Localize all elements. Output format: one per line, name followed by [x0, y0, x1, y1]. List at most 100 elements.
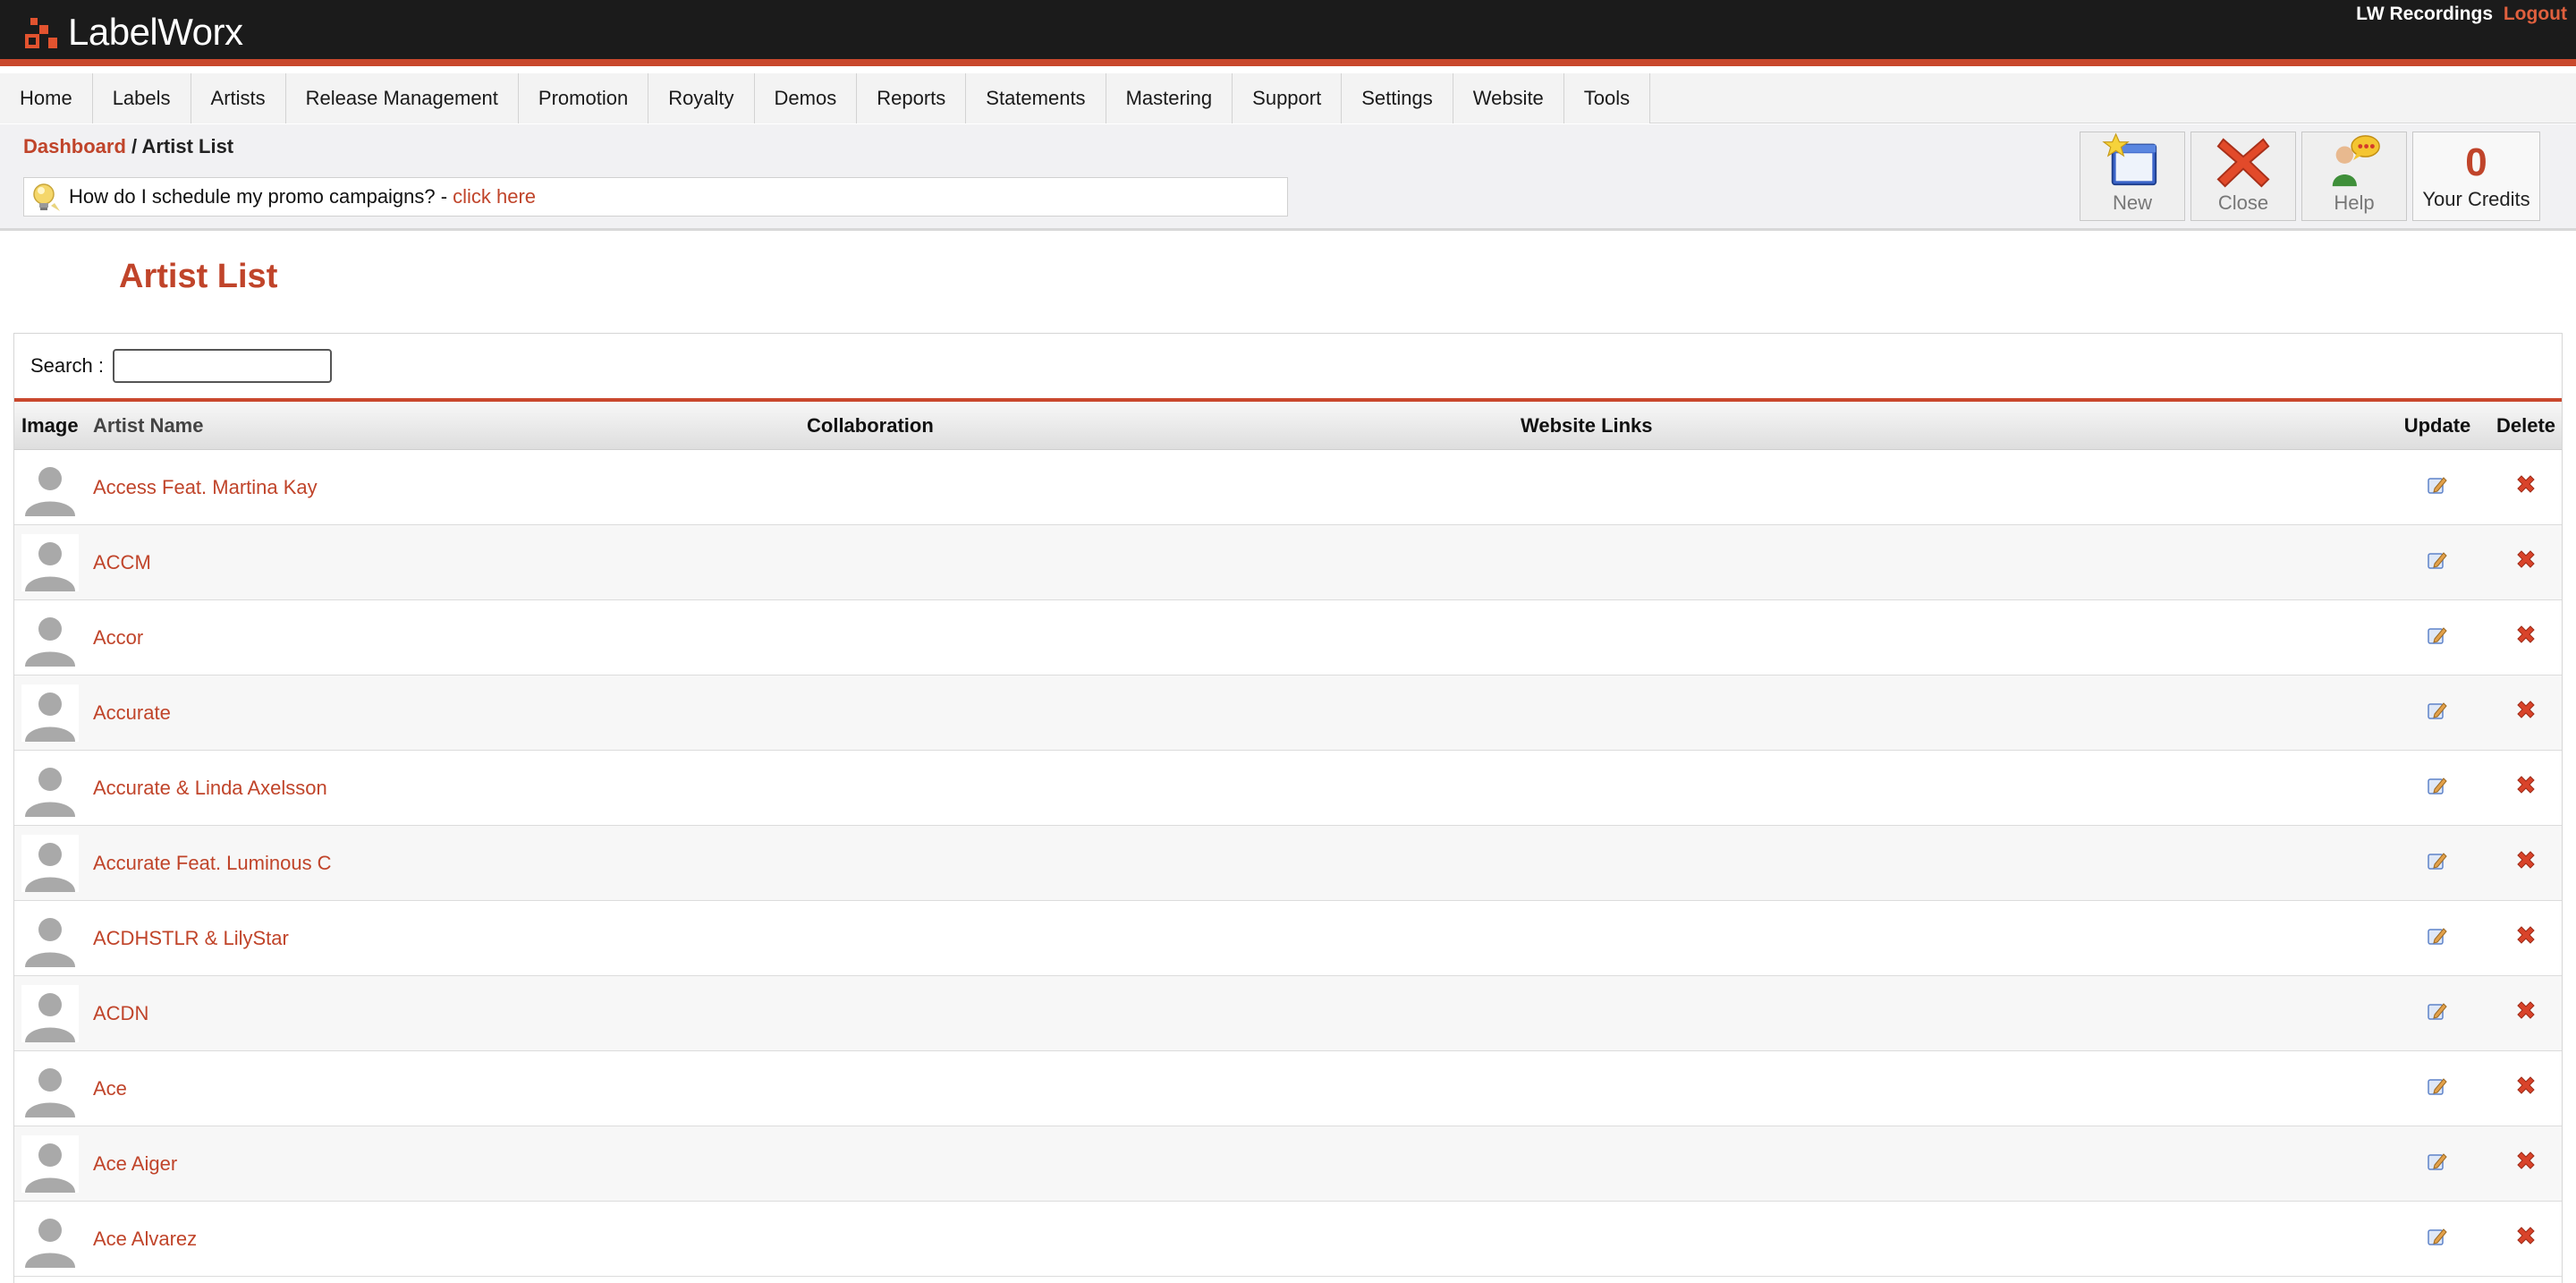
table-body: Access Feat. Martina Kay ACCM Accor Accu… [14, 450, 2562, 1277]
table-row: Accurate [14, 675, 2562, 751]
artist-name-link[interactable]: Accor [93, 626, 143, 649]
table-row: Access Feat. Martina Kay [14, 450, 2562, 525]
artist-avatar-placeholder-icon[interactable] [21, 1059, 79, 1117]
nav-item-reports[interactable]: Reports [857, 73, 967, 123]
update-cell [2386, 924, 2488, 953]
artist-avatar-placeholder-icon[interactable] [21, 759, 79, 817]
artist-name-link[interactable]: Accurate Feat. Luminous C [93, 852, 332, 874]
main-navigation: Home Labels Artists Release Management P… [0, 73, 2576, 123]
delete-x-icon[interactable] [2514, 1075, 2538, 1098]
table-row: Accurate Feat. Luminous C [14, 826, 2562, 901]
nav-item-settings[interactable]: Settings [1342, 73, 1453, 123]
artist-avatar-placeholder-icon[interactable] [21, 909, 79, 967]
delete-x-icon[interactable] [2514, 699, 2538, 722]
column-header-artist-name[interactable]: Artist Name [93, 414, 807, 438]
artist-name-cell: Accor [93, 626, 807, 650]
artist-avatar-placeholder-icon[interactable] [21, 984, 79, 1042]
update-cell [2386, 849, 2488, 878]
artist-name-link[interactable]: ACCM [93, 551, 151, 574]
credits-box[interactable]: 0 Your Credits [2412, 132, 2540, 221]
nav-item-mastering[interactable]: Mastering [1106, 73, 1233, 123]
artist-avatar-placeholder-icon[interactable] [21, 458, 79, 516]
nav-item-royalty[interactable]: Royalty [648, 73, 755, 123]
update-cell [2386, 1225, 2488, 1253]
help-button[interactable]: Help [2301, 132, 2407, 221]
artist-name-link[interactable]: Accurate [93, 701, 171, 724]
artist-avatar-placeholder-icon[interactable] [21, 834, 79, 892]
edit-icon[interactable] [2426, 774, 2449, 797]
artist-name-link[interactable]: Ace Alvarez [93, 1228, 197, 1250]
edit-icon[interactable] [2426, 1225, 2449, 1248]
table-row: ACDHSTLR & LilyStar [14, 901, 2562, 976]
nav-item-labels[interactable]: Labels [92, 73, 191, 123]
delete-cell [2488, 1225, 2563, 1253]
artist-list-panel: Search : Image Artist Name Collaboration… [13, 333, 2563, 1283]
nav-item-release-management[interactable]: Release Management [285, 73, 519, 123]
artist-image-cell [14, 533, 93, 591]
labelworx-logo-icon [25, 18, 57, 48]
edit-icon[interactable] [2426, 624, 2449, 647]
artist-name-link[interactable]: Ace [93, 1077, 127, 1100]
search-input[interactable] [112, 349, 332, 383]
artist-name-link[interactable]: ACDHSTLR & LilyStar [93, 927, 289, 949]
delete-cell [2488, 1075, 2563, 1103]
help-button-label: Help [2334, 191, 2375, 214]
table-row: ACCM [14, 525, 2562, 600]
nav-item-website[interactable]: Website [1453, 73, 1564, 123]
nav-item-statements[interactable]: Statements [966, 73, 1106, 123]
breadcrumb-dashboard-link[interactable]: Dashboard [23, 135, 126, 157]
delete-x-icon[interactable] [2514, 1225, 2538, 1248]
artist-avatar-placeholder-icon[interactable] [21, 533, 79, 591]
artist-name-cell: ACDHSTLR & LilyStar [93, 927, 807, 950]
artist-avatar-placeholder-icon[interactable] [21, 684, 79, 742]
delete-x-icon[interactable] [2514, 1150, 2538, 1173]
delete-x-icon[interactable] [2514, 999, 2538, 1023]
nav-item-support[interactable]: Support [1233, 73, 1343, 123]
artist-avatar-placeholder-icon[interactable] [21, 1134, 79, 1193]
logout-link[interactable]: Logout [2504, 4, 2567, 24]
edit-icon[interactable] [2426, 699, 2449, 722]
delete-x-icon[interactable] [2514, 548, 2538, 572]
artist-name-link[interactable]: Access Feat. Martina Kay [93, 476, 318, 498]
edit-icon[interactable] [2426, 1075, 2449, 1098]
delete-cell [2488, 999, 2563, 1028]
column-header-website-links: Website Links [1521, 413, 1653, 437]
edit-icon[interactable] [2426, 473, 2449, 497]
edit-icon[interactable] [2426, 548, 2449, 572]
artist-image-cell [14, 1059, 93, 1117]
nav-item-home[interactable]: Home [0, 73, 93, 123]
delete-x-icon[interactable] [2514, 849, 2538, 872]
artist-image-cell [14, 834, 93, 892]
artist-name-link[interactable]: Accurate & Linda Axelsson [93, 777, 327, 799]
delete-x-icon[interactable] [2514, 924, 2538, 947]
table-row: Ace Aiger [14, 1126, 2562, 1202]
artist-image-cell [14, 608, 93, 667]
credits-value: 0 [2465, 140, 2487, 184]
delete-x-icon[interactable] [2514, 473, 2538, 497]
artist-avatar-placeholder-icon[interactable] [21, 608, 79, 667]
edit-icon[interactable] [2426, 849, 2449, 872]
search-label: Search : [30, 354, 104, 377]
close-button[interactable]: Close [2190, 132, 2296, 221]
artist-name-link[interactable]: ACDN [93, 1002, 148, 1024]
delete-cell [2488, 473, 2563, 502]
tip-click-here-link[interactable]: click here [453, 185, 536, 208]
nav-item-demos[interactable]: Demos [754, 73, 858, 123]
page-title: Artist List [119, 258, 278, 295]
new-button[interactable]: New [2080, 132, 2185, 221]
delete-x-icon[interactable] [2514, 774, 2538, 797]
brand-name: LabelWorx [68, 11, 243, 53]
artist-name-cell: Ace Alvarez [93, 1228, 807, 1251]
edit-icon[interactable] [2426, 999, 2449, 1023]
breadcrumb-current: Artist List [141, 135, 234, 157]
artist-name-link[interactable]: Ace Aiger [93, 1152, 177, 1175]
edit-icon[interactable] [2426, 1150, 2449, 1173]
delete-x-icon[interactable] [2514, 624, 2538, 647]
edit-icon[interactable] [2426, 924, 2449, 947]
table-header: Image Artist Name Collaboration Website … [14, 402, 2562, 450]
nav-item-promotion[interactable]: Promotion [518, 73, 649, 123]
artist-avatar-placeholder-icon[interactable] [21, 1210, 79, 1268]
nav-item-tools[interactable]: Tools [1563, 73, 1651, 123]
labelworx-logo[interactable]: LabelWorx [23, 11, 243, 54]
nav-item-artists[interactable]: Artists [191, 73, 286, 123]
